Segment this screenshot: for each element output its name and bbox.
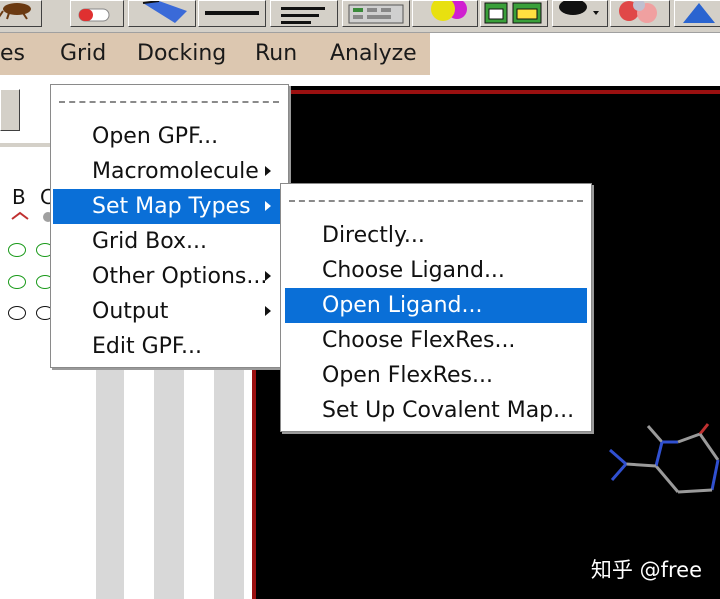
capsule-icon[interactable] xyxy=(70,0,124,27)
menu-analyze[interactable]: Analyze xyxy=(330,33,417,75)
menubar-empty-area xyxy=(430,33,720,75)
menu-item-output[interactable]: Output xyxy=(53,294,284,329)
ball-icon[interactable] xyxy=(552,0,608,27)
submenu-arrow-icon xyxy=(265,201,271,211)
tearoff-line[interactable] xyxy=(289,200,583,202)
menu-item-macromolecule[interactable]: Macromolecule xyxy=(53,154,284,189)
menu-grid[interactable]: Grid xyxy=(60,33,106,75)
table-icon[interactable] xyxy=(342,0,410,27)
grid-menu: Open GPF... Macromolecule Set Map Types … xyxy=(50,84,289,368)
menu-item-directly[interactable]: Directly... xyxy=(285,218,587,253)
menu-item-label: Open FlexRes... xyxy=(322,363,493,388)
menu-item-set-map-types[interactable]: Set Map Types xyxy=(53,189,282,224)
menu-item-label: Other Options... xyxy=(92,264,268,289)
grid-icon[interactable] xyxy=(480,0,548,27)
bug-icon[interactable] xyxy=(0,0,42,27)
menu-partial-es[interactable]: es xyxy=(0,33,25,75)
menu-item-grid-box[interactable]: Grid Box... xyxy=(53,224,284,259)
submenu-arrow-icon xyxy=(265,306,271,316)
divider xyxy=(0,143,52,147)
menu-item-open-gpf[interactable]: Open GPF... xyxy=(53,119,284,154)
toolbar xyxy=(0,0,720,33)
menu-run[interactable]: Run xyxy=(255,33,297,75)
submenu-arrow-icon xyxy=(265,271,271,281)
up-arrow-icon[interactable] xyxy=(674,0,720,27)
menu-item-label: Macromolecule xyxy=(92,159,259,184)
tearoff-line[interactable] xyxy=(59,101,279,103)
menu-item-label: Choose Ligand... xyxy=(322,258,505,283)
set-map-types-submenu: Directly... Choose Ligand... Open Ligand… xyxy=(280,183,592,432)
menu-item-label: Set Up Covalent Map... xyxy=(322,398,575,423)
menu-item-label: Choose FlexRes... xyxy=(322,328,516,353)
menu-item-open-ligand[interactable]: Open Ligand... xyxy=(285,288,587,323)
menu-item-edit-gpf[interactable]: Edit GPF... xyxy=(53,329,284,364)
menu-item-label: Edit GPF... xyxy=(92,334,203,359)
menu-item-label: Open Ligand... xyxy=(322,293,483,318)
text-lines-icon[interactable] xyxy=(270,0,338,27)
viewer-border xyxy=(288,90,720,94)
watermark: 知乎 @free xyxy=(590,558,702,582)
menu-item-label: Output xyxy=(92,299,169,324)
column-header-b: B xyxy=(12,185,26,209)
display-toggle-icon[interactable] xyxy=(8,306,26,320)
panel-tab[interactable] xyxy=(0,89,20,131)
menu-item-label: Set Map Types xyxy=(92,194,251,219)
menu-item-choose-flexres[interactable]: Choose FlexRes... xyxy=(285,323,587,358)
menu-item-other-options[interactable]: Other Options... xyxy=(53,259,284,294)
line-icon[interactable] xyxy=(198,0,266,27)
molecule-icon[interactable] xyxy=(610,0,670,27)
display-toggle-icon[interactable] xyxy=(8,243,26,257)
display-toggle-icon[interactable] xyxy=(8,275,26,289)
magnet-icon[interactable] xyxy=(128,0,196,27)
bond-icon xyxy=(11,211,53,222)
menu-item-label: Directly... xyxy=(322,223,425,248)
menu-item-label: Grid Box... xyxy=(92,229,208,254)
menu-item-open-flexres[interactable]: Open FlexRes... xyxy=(285,358,587,393)
menubar: es Grid Docking Run Analyze xyxy=(0,33,430,75)
submenu-arrow-icon xyxy=(265,166,271,176)
spheres-icon[interactable] xyxy=(412,0,478,27)
menu-item-set-up-covalent-map[interactable]: Set Up Covalent Map... xyxy=(285,393,587,428)
molecule-render xyxy=(609,423,720,494)
menu-item-label: Open GPF... xyxy=(92,124,219,149)
menu-docking[interactable]: Docking xyxy=(137,33,226,75)
menu-item-choose-ligand[interactable]: Choose Ligand... xyxy=(285,253,587,288)
viewer-border xyxy=(252,360,256,599)
